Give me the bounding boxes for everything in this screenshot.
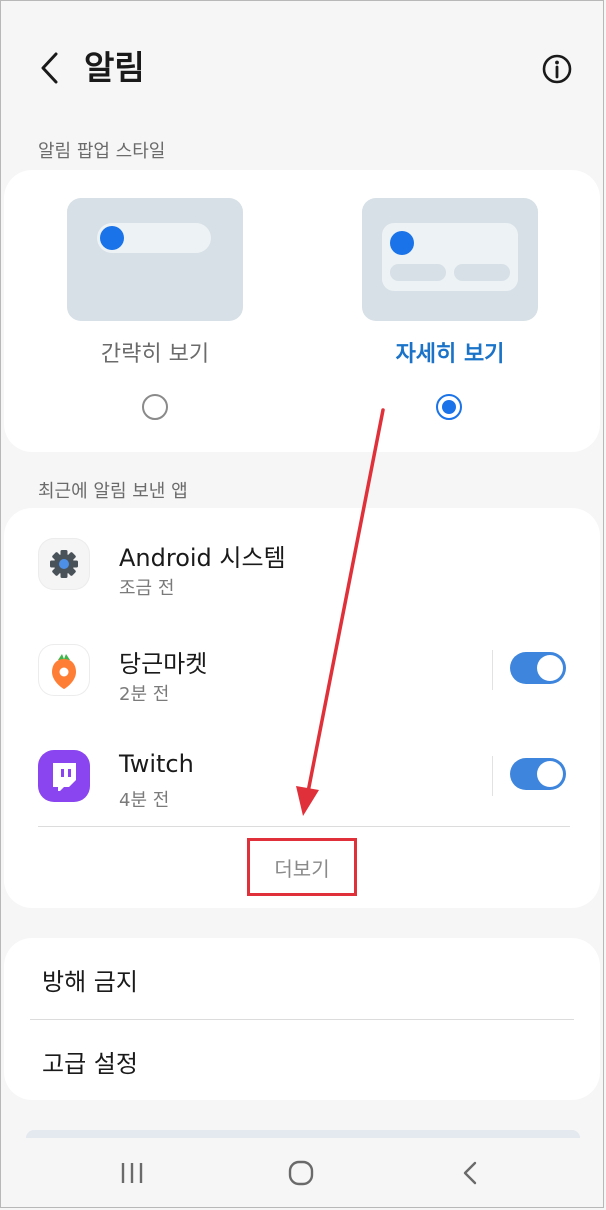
brief-style-preview[interactable] xyxy=(67,198,243,321)
app-name: Twitch xyxy=(119,750,194,778)
toggle-knob xyxy=(537,761,563,787)
detailed-style-preview[interactable] xyxy=(362,198,538,321)
back-button[interactable] xyxy=(30,46,70,90)
system-navbar xyxy=(0,1138,606,1208)
app-row-android-system[interactable]: Android 시스템 조금 전 xyxy=(4,514,600,614)
brief-style-radio[interactable] xyxy=(142,394,168,420)
app-row-twitch[interactable]: Twitch 4분 전 xyxy=(4,726,600,826)
toggle-knob xyxy=(537,655,563,681)
notification-toggle-daangn[interactable] xyxy=(510,652,566,684)
info-circle-icon xyxy=(542,54,572,84)
notification-toggle-twitch[interactable] xyxy=(510,758,566,790)
menu-item-do-not-disturb[interactable]: 방해 금지 xyxy=(4,938,600,1018)
app-time: 2분 전 xyxy=(119,684,170,705)
row-divider xyxy=(492,756,493,796)
app-name: Android 시스템 xyxy=(119,544,286,572)
info-button[interactable] xyxy=(540,52,574,86)
more-button-label: 더보기 xyxy=(274,856,330,881)
recents-button[interactable] xyxy=(102,1150,162,1196)
twitch-icon xyxy=(38,750,90,802)
section-label-popup-style: 알림 팝업 스타일 xyxy=(38,141,166,162)
gear-icon xyxy=(38,538,90,590)
app-row-daangn-market[interactable]: 당근마켓 2분 전 xyxy=(4,620,600,720)
app-time: 4분 전 xyxy=(119,790,170,811)
menu-item-advanced-settings[interactable]: 고급 설정 xyxy=(4,1020,600,1100)
next-card-peek xyxy=(26,1130,580,1138)
home-button[interactable] xyxy=(271,1150,331,1196)
chevron-left-icon xyxy=(41,52,58,84)
row-divider xyxy=(492,650,493,690)
home-icon xyxy=(288,1160,314,1186)
brief-style-label: 간략히 보기 xyxy=(100,342,210,367)
settings-menu-card: 방해 금지 고급 설정 xyxy=(4,938,600,1100)
app-time: 조금 전 xyxy=(119,578,175,599)
detailed-style-label: 자세히 보기 xyxy=(395,342,505,367)
recents-icon xyxy=(121,1163,143,1183)
menu-item-label: 방해 금지 xyxy=(42,968,138,996)
app-bar: 알림 xyxy=(0,0,606,140)
back-icon xyxy=(463,1161,477,1185)
menu-item-label: 고급 설정 xyxy=(42,1050,138,1078)
page-title: 알림 xyxy=(84,48,145,87)
section-label-recent-apps: 최근에 알림 보낸 앱 xyxy=(38,481,188,502)
section-divider xyxy=(38,826,570,827)
nav-back-button[interactable] xyxy=(440,1150,500,1196)
more-button[interactable]: 더보기 xyxy=(247,838,357,896)
app-name: 당근마켓 xyxy=(119,650,208,678)
carrot-icon xyxy=(38,644,90,696)
popup-style-card: 간략히 보기 자세히 보기 xyxy=(4,170,600,452)
detailed-style-radio[interactable] xyxy=(436,394,462,420)
